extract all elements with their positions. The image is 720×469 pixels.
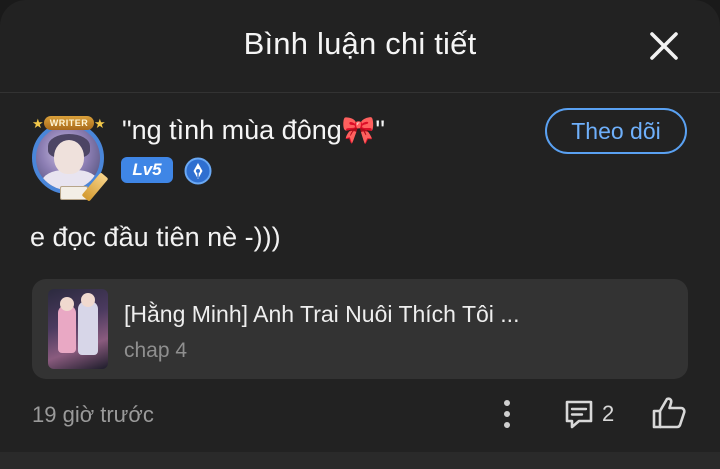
author-name[interactable]: "ng tình mùa đông🎀" [122, 114, 385, 146]
page-title: Bình luận chi tiết [243, 26, 477, 61]
bottom-divider [0, 452, 720, 469]
more-options-button[interactable] [494, 396, 520, 432]
header: Bình luận chi tiết [0, 0, 720, 93]
star-icon: ★ [94, 116, 106, 131]
comment-text: e đọc đầu tiên nè -))) [30, 222, 281, 252]
follow-button[interactable]: Theo dõi [545, 108, 687, 154]
story-cover-image [48, 289, 108, 369]
close-icon [650, 32, 678, 60]
story-title: [Hằng Minh] Anh Trai Nuôi Thích Tôi ... [124, 301, 520, 327]
story-card[interactable]: [Hằng Minh] Anh Trai Nuôi Thích Tôi ... … [32, 279, 688, 379]
thumbs-up-icon [652, 397, 686, 429]
writer-badge: WRITER [44, 116, 94, 130]
comment-detail-sheet: Bình luận chi tiết ★ WRITER ★ "ng tình m… [0, 0, 720, 469]
avatar[interactable]: ★ WRITER ★ [24, 114, 114, 202]
level-badge: Lv5 [121, 157, 173, 183]
like-button[interactable] [650, 394, 688, 432]
reply-button[interactable]: 2 [562, 396, 622, 432]
close-button[interactable] [644, 26, 684, 66]
story-chapter: chap 4 [124, 339, 188, 362]
star-icon: ★ [32, 116, 44, 131]
comment-icon [565, 400, 593, 429]
reply-count: 2 [602, 401, 615, 426]
writer-pen-icon [184, 157, 212, 185]
comment-timestamp: 19 giờ trước [32, 402, 154, 427]
more-vertical-icon [504, 400, 510, 428]
